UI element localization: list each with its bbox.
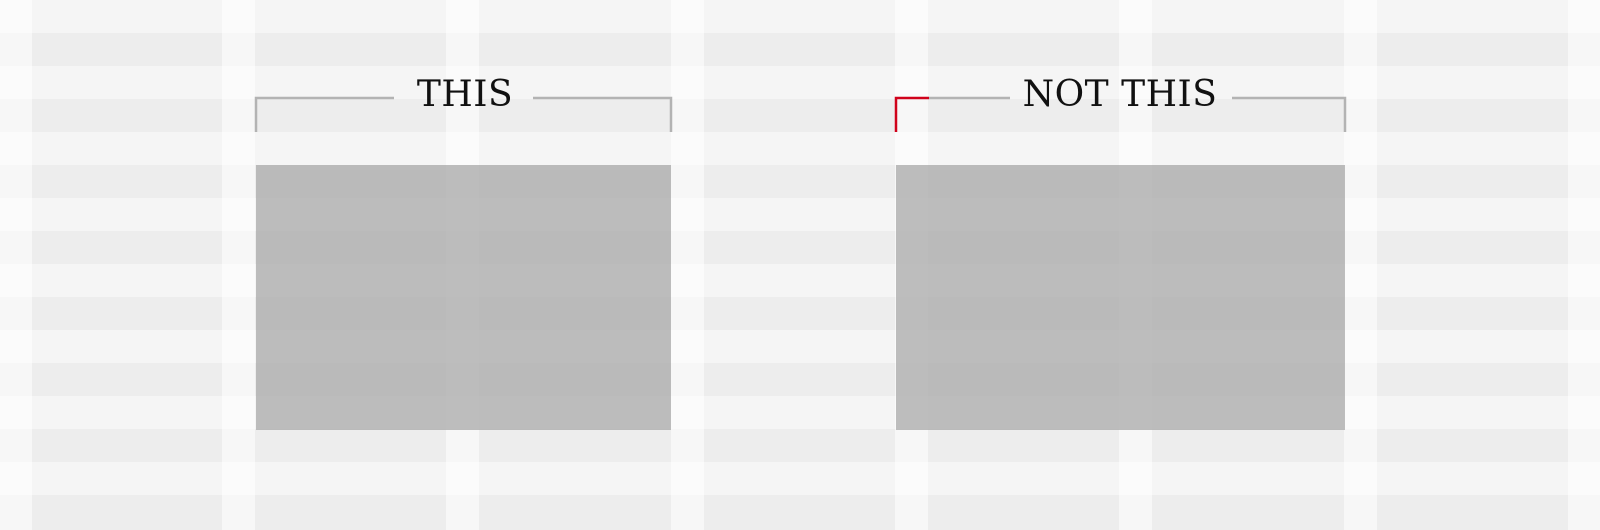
incorrect-example-label: NOT THIS: [1022, 74, 1218, 115]
grid-gutter: [671, 0, 704, 530]
correct-example-label: THIS: [416, 74, 514, 115]
grid-gutter: [0, 0, 32, 530]
content-block: [256, 165, 671, 430]
layout-grid-illustration: [0, 0, 1600, 530]
content-block: [896, 165, 1345, 430]
grid-gutter: [1568, 0, 1600, 530]
grid-gutter: [1344, 0, 1377, 530]
grid-alignment-diagram: THIS NOT THIS: [0, 0, 1600, 530]
grid-gutter: [222, 0, 255, 530]
